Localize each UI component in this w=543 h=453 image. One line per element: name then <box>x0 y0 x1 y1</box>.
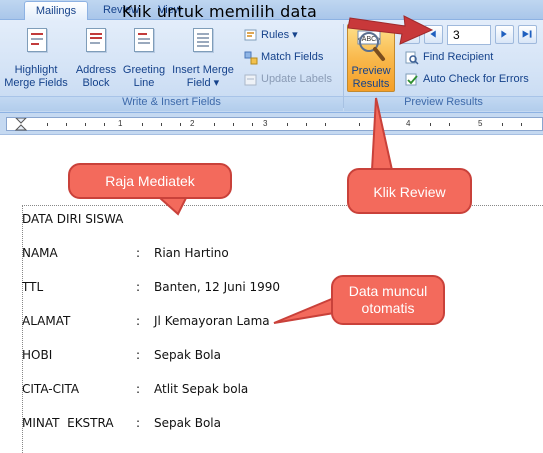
next-record-icon <box>501 30 507 38</box>
preview-group-label: Preview Results <box>404 96 483 108</box>
write-insert-group-label: Write & Insert Fields <box>122 96 221 108</box>
horizontal-ruler[interactable]: 1 2 3 4 5 <box>6 117 543 131</box>
data-muncul-callout: Data muncul otomatis <box>331 275 445 325</box>
preview-results-button[interactable]: «ABC» Preview Results <box>347 24 395 92</box>
field-separator: : <box>136 382 141 396</box>
field-value-alamat: Jl Kemayoran Lama <box>154 314 270 328</box>
field-label-minat-ekstra: MINAT EKSTRA <box>22 416 114 430</box>
next-record-button[interactable] <box>495 25 514 44</box>
field-separator: : <box>136 348 141 362</box>
document-heading: DATA DIRI SISWA <box>22 212 124 226</box>
tab-mailings[interactable]: Mailings <box>24 1 88 20</box>
klik-review-callout: Klik Review <box>347 168 472 214</box>
match-fields-icon <box>244 51 258 65</box>
greeting-line-icon <box>134 28 154 52</box>
highlight-merge-fields-button[interactable]: Highlight Merge Fields <box>2 26 70 92</box>
find-recipient-button[interactable]: Find Recipient <box>405 51 535 66</box>
ruler-number: 1 <box>118 119 123 128</box>
data-muncul-pointer <box>273 296 335 324</box>
ruler-number: 2 <box>190 119 195 128</box>
field-value-cita-cita: Atlit Sepak bola <box>154 382 249 396</box>
indent-marker-icon[interactable] <box>15 118 27 131</box>
ruler-number: 3 <box>263 119 268 128</box>
raja-mediatek-pointer <box>157 197 188 216</box>
find-recipient-icon <box>405 51 419 65</box>
field-label-alamat: ALAMAT <box>22 314 71 328</box>
address-block-button[interactable]: Address Block <box>72 26 120 92</box>
record-number-input[interactable]: 3 <box>447 25 491 45</box>
previous-record-icon <box>430 30 436 38</box>
field-separator: : <box>136 314 141 328</box>
rules-button[interactable]: Rules ▾ <box>244 28 334 43</box>
field-label-nama: NAMA <box>22 246 58 260</box>
field-label-cita-cita: CITA-CITA <box>22 382 80 396</box>
field-value-minat-ekstra: Sepak Bola <box>154 416 221 430</box>
magnifier-abc-icon: «ABC» <box>357 30 385 61</box>
field-separator: : <box>136 280 141 294</box>
ruler-number: 4 <box>406 119 411 128</box>
highlight-fields-icon <box>27 28 47 52</box>
field-separator: : <box>136 246 141 260</box>
update-labels-icon <box>244 74 257 86</box>
rules-icon <box>244 29 257 41</box>
field-value-hobi: Sepak Bola <box>154 348 221 362</box>
field-label-hobi: HOBI <box>22 348 53 362</box>
ruler-number: 5 <box>478 119 483 128</box>
auto-check-errors-button[interactable]: Auto Check for Errors <box>405 73 541 88</box>
auto-check-icon <box>405 73 418 86</box>
headline-annotation: Klik untuk memilih data <box>122 2 317 21</box>
field-label-ttl: TTL <box>22 280 44 294</box>
insert-merge-field-button[interactable]: Insert Merge Field ▾ <box>168 26 238 92</box>
last-record-button[interactable] <box>518 25 537 44</box>
field-value-nama: Rian Hartino <box>154 246 229 260</box>
first-record-icon <box>405 30 415 38</box>
field-value-ttl: Banten, 12 Juni 1990 <box>154 280 281 294</box>
last-record-icon <box>522 30 532 38</box>
match-fields-button[interactable]: Match Fields <box>244 51 334 66</box>
greeting-line-button[interactable]: Greeting Line <box>120 26 168 92</box>
address-block-icon <box>86 28 106 52</box>
insert-field-icon <box>193 28 213 52</box>
previous-record-button[interactable] <box>424 25 443 44</box>
field-separator: : <box>136 416 141 430</box>
first-record-button[interactable] <box>401 25 420 44</box>
raja-mediatek-callout: Raja Mediatek <box>68 163 232 199</box>
update-labels-button[interactable]: Update Labels <box>244 73 344 88</box>
